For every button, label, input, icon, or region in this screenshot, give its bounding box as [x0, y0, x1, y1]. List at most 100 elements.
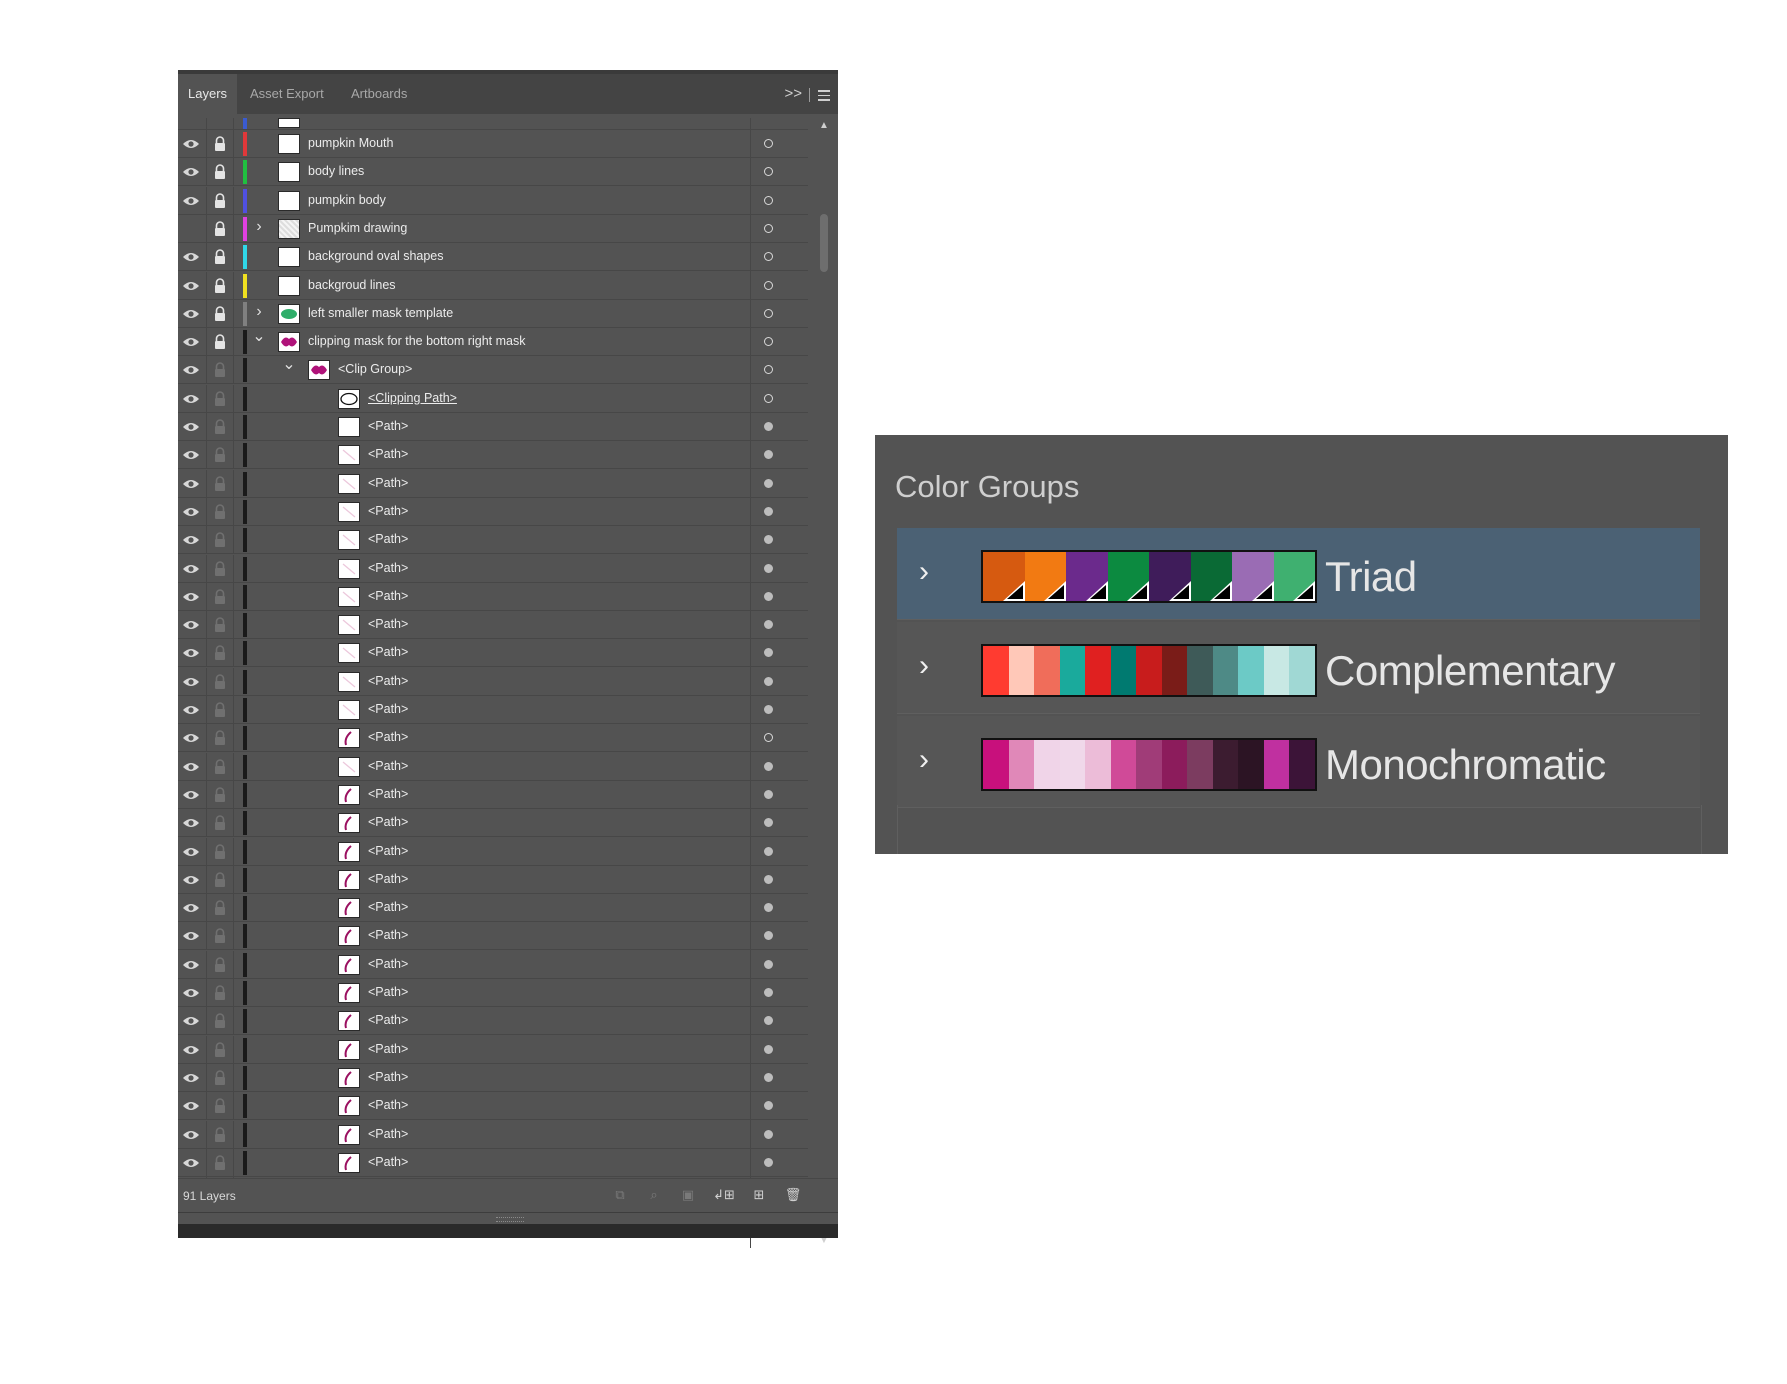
visibility-eye-icon[interactable] — [178, 611, 204, 638]
target-circle-icon[interactable] — [764, 874, 773, 884]
target-circle-icon[interactable] — [764, 620, 773, 630]
layer-row[interactable]: <Path> — [178, 979, 808, 1007]
visibility-eye-icon[interactable] — [178, 498, 204, 525]
layer-name[interactable]: <Path> — [368, 504, 408, 518]
layer-name[interactable]: <Path> — [368, 702, 408, 716]
layer-row[interactable]: pumpkin Mouth — [178, 130, 808, 158]
visibility-eye-icon[interactable] — [178, 356, 204, 383]
target-circle-icon[interactable] — [764, 195, 773, 205]
target-circle-icon[interactable] — [764, 705, 773, 714]
chevron-down-icon[interactable]: ⌄ — [282, 357, 296, 373]
target-circle-icon[interactable] — [764, 280, 773, 290]
layer-row[interactable]: <Path> — [178, 922, 808, 951]
visibility-eye-icon[interactable] — [178, 555, 204, 582]
layer-list-scrollbar[interactable]: ▲ ▼ — [818, 118, 830, 1248]
lock-icon[interactable] — [206, 639, 234, 667]
chevron-right-icon[interactable]: › — [911, 646, 937, 686]
layer-row[interactable]: <Path> — [178, 780, 808, 809]
color-swatch[interactable] — [1059, 646, 1086, 695]
target-circle-icon[interactable] — [764, 648, 773, 658]
layer-name[interactable]: <Path> — [368, 589, 408, 603]
layer-row[interactable]: background oval shapes — [178, 243, 808, 272]
target-circle-icon[interactable] — [764, 308, 773, 318]
layer-row[interactable]: <Path> — [178, 1148, 808, 1177]
scroll-up-icon[interactable]: ▲ — [818, 120, 830, 131]
color-swatch[interactable] — [1149, 552, 1191, 601]
layer-row[interactable]: body lines — [178, 158, 808, 187]
target-circle-icon[interactable] — [764, 252, 773, 262]
lock-icon[interactable] — [206, 1120, 234, 1148]
lock-icon[interactable] — [206, 809, 234, 837]
visibility-eye-icon[interactable] — [178, 158, 204, 185]
color-swatch[interactable] — [1136, 646, 1162, 695]
chevron-right-icon[interactable]: › — [252, 303, 266, 319]
visibility-eye-icon[interactable] — [178, 979, 204, 1006]
lock-icon[interactable] — [206, 413, 234, 440]
color-swatch[interactable] — [1212, 646, 1239, 695]
target-circle-icon[interactable] — [764, 506, 773, 516]
visibility-eye-icon[interactable] — [178, 922, 204, 949]
visibility-eye-icon[interactable] — [178, 300, 204, 327]
lock-icon[interactable] — [206, 299, 234, 327]
layer-row[interactable]: <Path> — [178, 469, 808, 498]
layer-row[interactable] — [178, 118, 808, 130]
visibility-eye-icon[interactable] — [178, 583, 204, 610]
layer-row[interactable]: <Path> — [178, 639, 808, 668]
layer-name[interactable]: <Path> — [368, 1098, 408, 1112]
visibility-eye-icon[interactable] — [178, 243, 204, 270]
layer-name[interactable]: <Path> — [368, 674, 408, 688]
layer-name[interactable]: <Path> — [368, 617, 408, 631]
layer-row[interactable]: <Path> — [178, 582, 808, 611]
lock-icon[interactable] — [206, 271, 234, 299]
chevron-right-icon[interactable]: › — [252, 218, 266, 234]
visibility-eye-icon[interactable] — [178, 215, 204, 242]
lock-icon[interactable] — [206, 469, 234, 497]
lock-icon[interactable] — [206, 554, 234, 582]
visibility-eye-icon[interactable] — [178, 413, 204, 440]
layer-row[interactable]: › Pumpkim drawing — [178, 214, 808, 243]
layer-name[interactable]: <Path> — [368, 844, 408, 858]
visibility-eye-icon[interactable] — [178, 1121, 204, 1148]
color-swatch[interactable] — [1110, 646, 1137, 695]
lock-icon[interactable] — [206, 752, 234, 780]
color-swatch[interactable] — [1107, 552, 1149, 601]
color-swatch[interactable] — [1110, 740, 1137, 789]
lock-icon[interactable] — [206, 214, 234, 242]
layer-name[interactable]: left smaller mask template — [308, 306, 453, 320]
color-swatch[interactable] — [1161, 646, 1188, 695]
color-swatch[interactable] — [1289, 740, 1315, 789]
lock-icon[interactable] — [206, 1063, 234, 1091]
color-swatch[interactable] — [1212, 740, 1239, 789]
color-swatch[interactable] — [1136, 740, 1162, 789]
layer-name[interactable]: <Path> — [368, 1070, 408, 1084]
target-circle-icon[interactable] — [764, 1044, 773, 1054]
target-circle-icon[interactable] — [764, 450, 773, 460]
lock-icon[interactable] — [206, 243, 234, 271]
tab-asset-export[interactable]: Asset Export — [240, 74, 334, 114]
layer-name[interactable]: Pumpkim drawing — [308, 221, 407, 235]
layer-name[interactable]: <Path> — [368, 957, 408, 971]
lock-icon[interactable] — [206, 1035, 234, 1063]
color-swatch[interactable] — [1085, 740, 1111, 789]
lock-icon[interactable] — [206, 441, 234, 469]
target-circle-icon[interactable] — [764, 365, 773, 375]
color-swatch[interactable] — [983, 646, 1009, 695]
visibility-eye-icon[interactable] — [178, 470, 204, 497]
color-swatch[interactable] — [1263, 646, 1290, 695]
layer-name[interactable]: <Clip Group> — [338, 362, 412, 376]
target-circle-icon[interactable] — [764, 223, 773, 233]
visibility-eye-icon[interactable] — [178, 753, 204, 780]
target-circle-icon[interactable] — [764, 931, 773, 941]
layer-name[interactable]: <Path> — [368, 561, 408, 575]
locate-object-icon[interactable]: ⌕ — [645, 1187, 663, 1203]
color-swatch[interactable] — [983, 552, 1025, 601]
layer-name[interactable]: <Path> — [368, 1155, 408, 1169]
target-circle-icon[interactable] — [764, 1157, 773, 1167]
layer-row[interactable]: <Path> — [178, 413, 808, 441]
lock-icon[interactable] — [206, 667, 234, 695]
visibility-eye-icon[interactable] — [178, 1064, 204, 1091]
lock-icon[interactable] — [206, 1092, 234, 1120]
visibility-eye-icon[interactable] — [178, 866, 204, 893]
target-circle-icon[interactable] — [764, 733, 773, 743]
color-swatch[interactable] — [1024, 552, 1066, 601]
